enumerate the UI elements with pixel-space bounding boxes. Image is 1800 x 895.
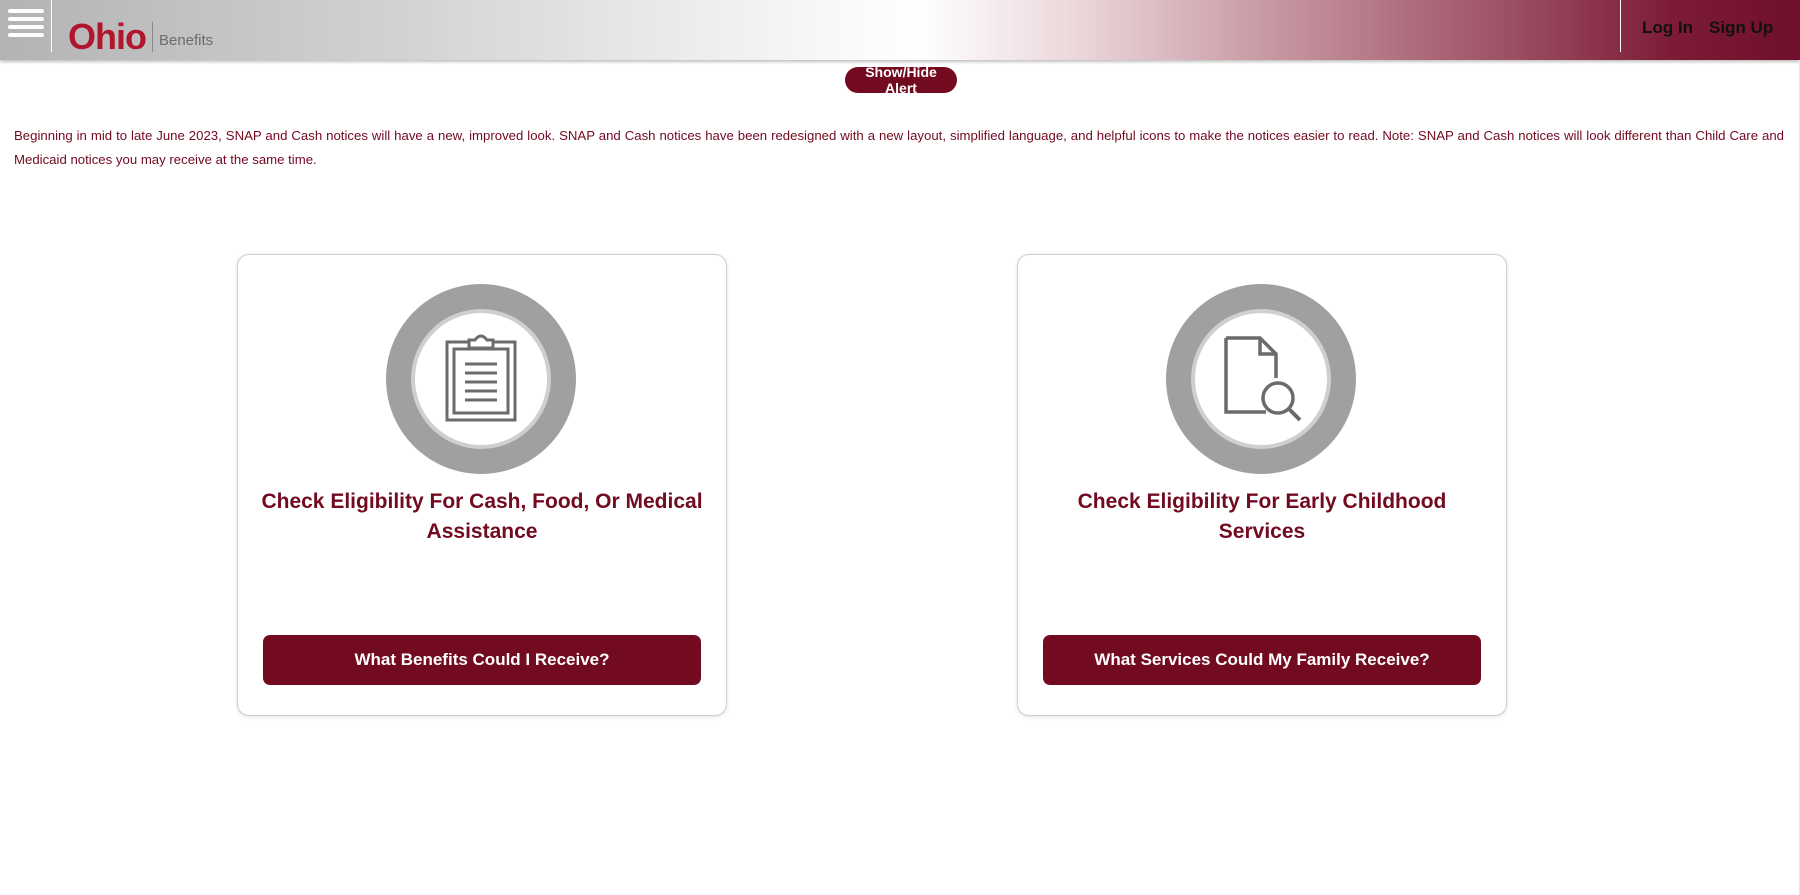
- eligibility-card-cash-food-medical: Check Eligibility For Cash, Food, Or Med…: [237, 254, 727, 716]
- hamburger-menu-icon[interactable]: [8, 9, 44, 41]
- header-divider: [51, 0, 52, 52]
- show-hide-alert-button[interactable]: Show/Hide Alert: [845, 64, 957, 96]
- document-search-icon-badge: [1166, 284, 1356, 474]
- ohio-benefits-logo[interactable]: Ohio Benefits: [68, 18, 213, 56]
- top-navigation-bar: Ohio Benefits Log In Sign Up: [0, 0, 1800, 60]
- what-benefits-button[interactable]: What Benefits Could I Receive?: [263, 635, 701, 685]
- clipboard-icon-badge: [386, 284, 576, 474]
- document-search-icon: [1224, 336, 1302, 422]
- header-divider-right: [1620, 0, 1621, 52]
- signup-link[interactable]: Sign Up: [1709, 18, 1773, 38]
- alert-message: Beginning in mid to late June 2023, SNAP…: [14, 128, 1784, 167]
- eligibility-card-early-childhood: Check Eligibility For Early Childhood Se…: [1017, 254, 1507, 716]
- clipboard-icon: [445, 334, 517, 422]
- logo-benefits-text: Benefits: [158, 31, 214, 49]
- login-link[interactable]: Log In: [1642, 18, 1693, 38]
- card-title: Check Eligibility For Early Childhood Se…: [1077, 490, 1447, 543]
- card-title: Check Eligibility For Cash, Food, Or Med…: [261, 490, 703, 543]
- logo-ohio-text: Ohio: [68, 16, 147, 57]
- logo-divider: [151, 22, 153, 52]
- what-services-button[interactable]: What Services Could My Family Receive?: [1043, 635, 1481, 685]
